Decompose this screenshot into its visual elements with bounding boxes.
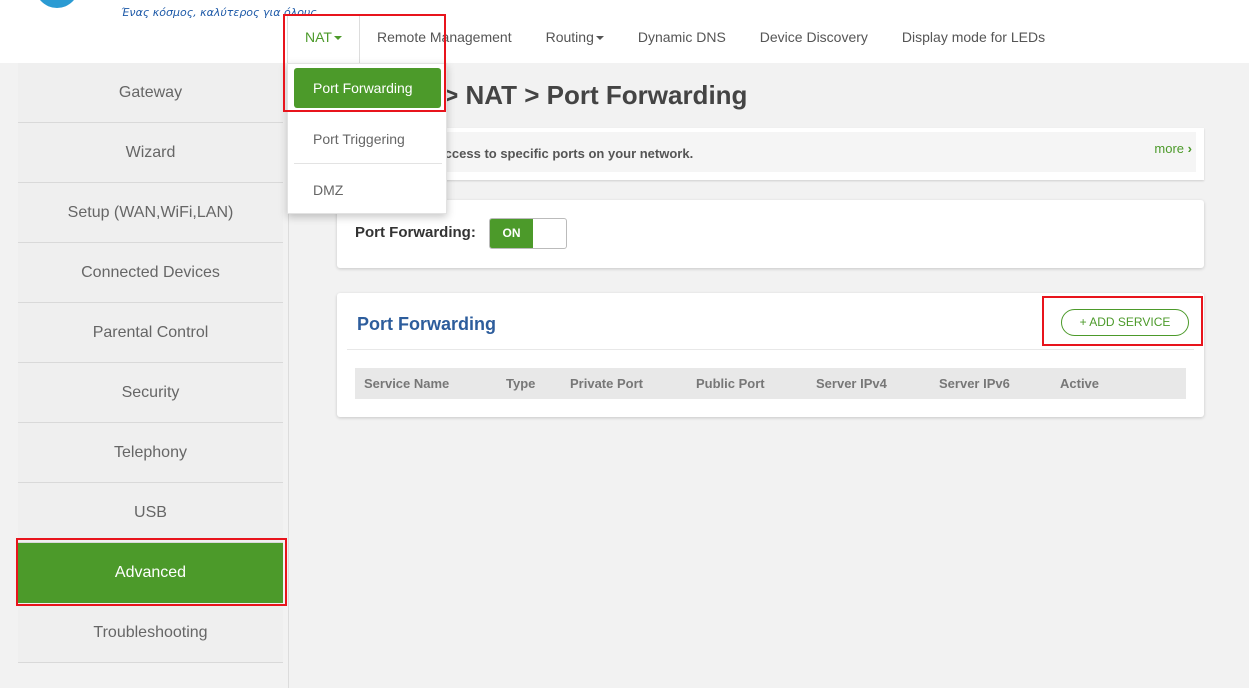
caret-down-icon — [595, 36, 604, 41]
table-header: Service Name Type Private Port Public Po… — [355, 368, 1186, 399]
toggle-on-state: ON — [490, 219, 533, 248]
sidebar-item-security[interactable]: Security — [18, 363, 283, 423]
nav-nat[interactable]: NAT — [287, 16, 360, 63]
sidebar-item-troubleshooting[interactable]: Troubleshooting — [18, 603, 283, 663]
more-link[interactable]: more › — [1154, 141, 1192, 156]
column-header-type: Type — [506, 376, 536, 391]
menu-divider — [294, 163, 442, 164]
port-forwarding-toggle[interactable]: ON — [489, 218, 567, 249]
menu-item-port-forwarding[interactable]: Port Forwarding — [294, 68, 441, 108]
nat-dropdown-menu: Port Forwarding Port Triggering DMZ — [287, 63, 447, 214]
nav-routing[interactable]: Routing — [529, 16, 621, 63]
card-divider — [347, 349, 1194, 350]
brand-logo — [35, 0, 79, 8]
page-title: d > NAT > Port Forwarding — [420, 80, 748, 110]
port-forwarding-toggle-label: Port Forwarding: — [355, 224, 476, 241]
more-link-label: more — [1154, 141, 1185, 156]
nav-routing-label: Routing — [545, 29, 594, 45]
top-navigation: NAT Remote Management Routing Dynamic DN… — [287, 16, 1062, 63]
sidebar-item-telephony[interactable]: Telephony — [18, 423, 283, 483]
chevron-right-icon: › — [1187, 141, 1192, 156]
info-description: al access to specific ports on your netw… — [423, 146, 694, 161]
column-header-active: Active — [1060, 376, 1100, 391]
top-header: Ένας κόσμος, καλύτερος για όλους. NAT Re… — [0, 0, 1249, 63]
info-box: al access to specific ports on your netw… — [337, 128, 1204, 180]
nav-dynamic-dns[interactable]: Dynamic DNS — [621, 16, 743, 63]
column-header-public-port: Public Port — [696, 376, 765, 391]
column-header-private-port: Private Port — [570, 376, 643, 391]
sidebar-item-gateway[interactable]: Gateway — [18, 63, 283, 123]
caret-down-icon — [333, 36, 342, 41]
sidebar-item-wizard[interactable]: Wizard — [18, 123, 283, 183]
sidebar-item-parental-control[interactable]: Parental Control — [18, 303, 283, 363]
menu-item-port-triggering[interactable]: Port Triggering — [288, 131, 446, 147]
sidebar: Gateway Wizard Setup (WAN,WiFi,LAN) Conn… — [18, 63, 283, 663]
port-forwarding-toggle-card: Port Forwarding: ON — [337, 200, 1204, 268]
sidebar-item-connected-devices[interactable]: Connected Devices — [18, 243, 283, 303]
column-header-server-ipv4: Server IPv4 — [816, 376, 887, 391]
column-header-service-name: Service Name — [364, 376, 450, 391]
column-header-server-ipv6: Server IPv6 — [939, 376, 1010, 391]
nav-display-mode-leds[interactable]: Display mode for LEDs — [885, 16, 1062, 63]
nav-device-discovery[interactable]: Device Discovery — [743, 16, 885, 63]
nav-nat-label: NAT — [305, 29, 332, 45]
sidebar-item-usb[interactable]: USB — [18, 483, 283, 543]
table-title: Port Forwarding — [357, 314, 496, 334]
menu-item-dmz[interactable]: DMZ — [288, 182, 446, 198]
sidebar-item-setup[interactable]: Setup (WAN,WiFi,LAN) — [18, 183, 283, 243]
sidebar-item-advanced[interactable]: Advanced — [18, 543, 283, 603]
nav-remote-management[interactable]: Remote Management — [360, 16, 529, 63]
port-forwarding-table-card: Port Forwarding + ADD SERVICE Service Na… — [337, 293, 1204, 417]
add-service-button[interactable]: + ADD SERVICE — [1061, 309, 1189, 336]
